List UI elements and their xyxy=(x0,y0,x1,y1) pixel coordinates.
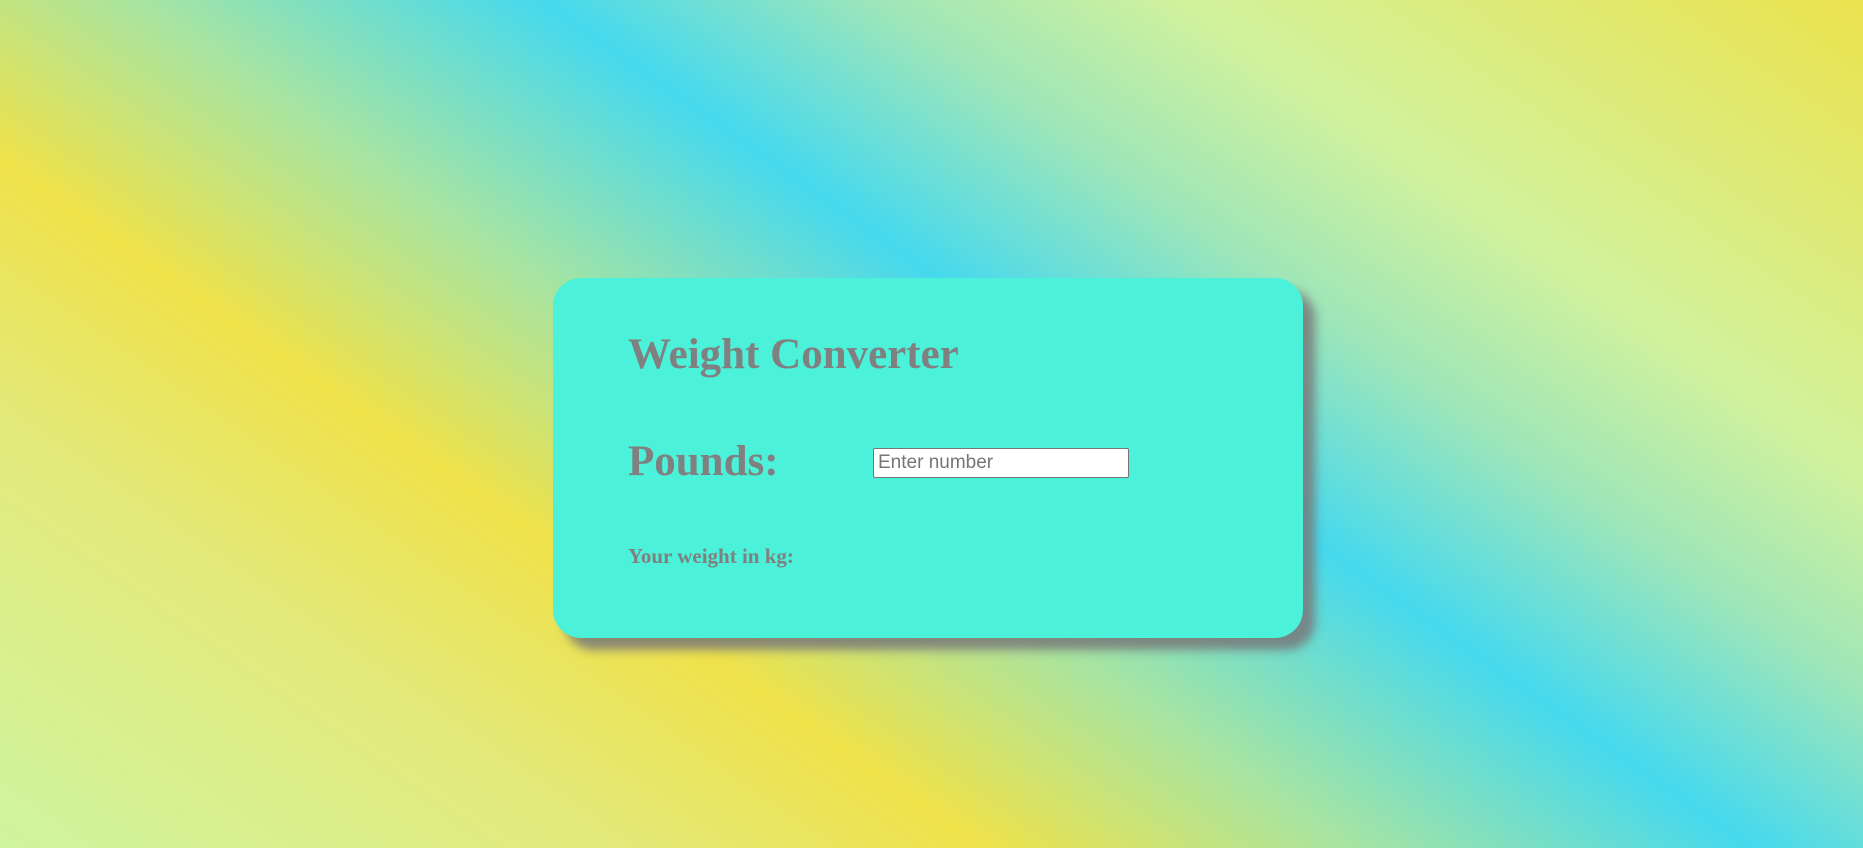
page-background: { "converter": { "title": "Weight Conver… xyxy=(0,0,1863,848)
page-title: Weight Converter xyxy=(628,331,959,378)
pounds-label: Pounds: xyxy=(628,438,779,485)
pounds-input[interactable] xyxy=(873,448,1129,478)
result-label: Your weight in kg: xyxy=(628,546,800,567)
converter-card: Weight Converter Pounds: Your weight in … xyxy=(553,278,1303,638)
result-label-text: Your weight in kg: xyxy=(628,544,794,568)
